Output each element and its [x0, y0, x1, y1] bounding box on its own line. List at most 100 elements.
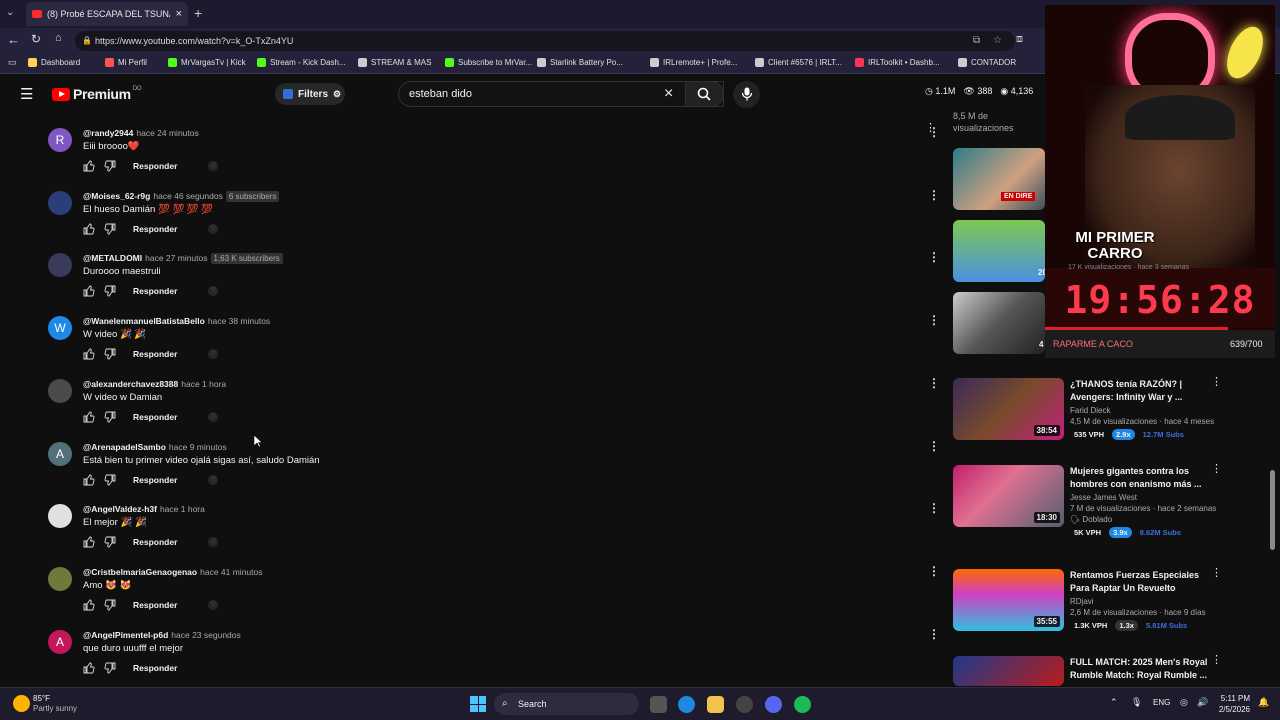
comment-menu-icon[interactable]: ⋮ [928, 251, 940, 263]
file-explorer-icon[interactable] [707, 696, 724, 713]
new-tab-icon[interactable]: + [194, 5, 202, 21]
volume-icon[interactable]: 🔊 [1197, 697, 1208, 708]
creator-heart-icon[interactable]: ♡ [208, 161, 219, 171]
discord-icon[interactable] [765, 696, 782, 713]
like-icon[interactable] [83, 536, 95, 548]
dislike-icon[interactable] [104, 411, 116, 423]
tray-mic-icon[interactable]: 🎙 [1131, 697, 1142, 708]
bookmark-item[interactable]: Dashboard [28, 58, 80, 67]
page-scrollbar[interactable] [1270, 470, 1275, 550]
back-icon[interactable]: ← [7, 32, 20, 47]
comment-author[interactable]: @AngelValdez-h3f [83, 504, 157, 514]
dislike-icon[interactable] [104, 474, 116, 486]
video-menu-icon[interactable]: ⋮ [1211, 464, 1222, 475]
home-icon[interactable]: ⌂ [55, 32, 62, 44]
comment-time[interactable]: hace 27 minutos [145, 253, 207, 263]
comment-author[interactable]: @ArenapadelSambo [83, 442, 166, 452]
edge-browser-icon[interactable] [678, 696, 695, 713]
video-thumbnail[interactable]: 20 [953, 220, 1045, 282]
reply-button[interactable]: Responder [133, 600, 177, 610]
comment-time[interactable]: hace 46 segundos [153, 191, 222, 201]
avatar[interactable]: R [48, 128, 72, 152]
reply-button[interactable]: Responder [133, 286, 177, 296]
avatar[interactable] [48, 504, 72, 528]
dislike-icon[interactable] [104, 223, 116, 235]
filters-button[interactable]: Filters ⚙ [275, 83, 345, 105]
creator-heart-icon[interactable]: ♡ [208, 537, 219, 547]
video-title[interactable]: ¿THANOS tenía RAZÓN? | Avengers: Infinit… [1070, 378, 1210, 404]
avatar[interactable]: A [48, 442, 72, 466]
like-icon[interactable] [83, 348, 95, 360]
video-thumbnail[interactable]: 38:54 [953, 378, 1064, 440]
creator-heart-icon[interactable]: ♡ [208, 286, 219, 296]
like-icon[interactable] [83, 223, 95, 235]
browser-tab[interactable]: (8) Probé ESCAPA DEL TSUNAMI P × [26, 2, 188, 26]
reply-button[interactable]: Responder [133, 224, 177, 234]
like-icon[interactable] [83, 160, 95, 172]
dislike-icon[interactable] [104, 536, 116, 548]
like-icon[interactable] [83, 662, 95, 674]
comment-time[interactable]: hace 23 segundos [171, 630, 240, 640]
comment-time[interactable]: hace 24 minutos [136, 128, 198, 138]
close-tab-icon[interactable]: × [176, 8, 182, 20]
dislike-icon[interactable] [104, 160, 116, 172]
comment-menu-icon[interactable]: ⋮ [928, 440, 940, 452]
video-title[interactable]: FULL MATCH: 2025 Men's Royal Rumble Matc… [1070, 656, 1210, 682]
reload-icon[interactable]: ↻ [31, 32, 41, 46]
notifications-icon[interactable]: 🔔 [1258, 697, 1269, 708]
video-thumbnail[interactable]: 18:30 [953, 465, 1064, 527]
sidebar-toggle-icon[interactable]: ▭ [8, 57, 17, 68]
comment-author[interactable]: @Moises_62-r9g [83, 191, 150, 201]
creator-heart-icon[interactable]: ♡ [208, 600, 219, 610]
dislike-icon[interactable] [104, 662, 116, 674]
obs-icon[interactable] [736, 696, 753, 713]
comment-time[interactable]: hace 9 minutos [169, 442, 227, 452]
url-field[interactable]: 🔒 https://www.youtube.com/watch?v=k_O-Tx… [75, 31, 1015, 51]
clock[interactable]: 5:11 PM 2/5/2026 [1212, 693, 1250, 715]
dislike-icon[interactable] [104, 599, 116, 611]
channel-name[interactable]: RDjavi [1070, 597, 1210, 606]
comment-time[interactable]: hace 38 minutos [208, 316, 270, 326]
video-title[interactable]: Mujeres gigantes contra los hombres con … [1070, 465, 1210, 491]
bookmark-item[interactable]: CONTADOR [958, 58, 1016, 67]
voice-search-button[interactable] [733, 81, 760, 108]
video-thumbnail[interactable] [953, 656, 1064, 686]
tray-expand-icon[interactable]: ⌃ [1110, 697, 1118, 708]
comment-menu-icon[interactable]: ⋮ [928, 502, 940, 514]
windows-start-icon[interactable] [470, 696, 486, 712]
weather-widget[interactable]: 85°F Partly sunny [33, 694, 77, 714]
like-icon[interactable] [83, 599, 95, 611]
task-view-icon[interactable] [650, 696, 667, 713]
comment-menu-icon[interactable]: ⋮ [928, 377, 940, 389]
video-thumbnail[interactable]: 35:55 [953, 569, 1064, 631]
bookmark-item[interactable]: Mi Perfil [105, 58, 147, 67]
avatar[interactable]: W [48, 316, 72, 340]
comment-author[interactable]: @alexanderchavez8388 [83, 379, 178, 389]
bookmark-item[interactable]: Stream - Kick Dash... [257, 58, 346, 67]
dislike-icon[interactable] [104, 348, 116, 360]
favorite-star-icon[interactable]: ☆ [993, 31, 1002, 51]
search-input[interactable]: esteban dido × [398, 81, 724, 107]
comment-author[interactable]: @CristbelmariaGenaogenao [83, 567, 197, 577]
video-thumbnail[interactable]: 4 [953, 292, 1045, 354]
reply-button[interactable]: Responder [133, 161, 177, 171]
bookmark-item[interactable]: Client #6576 | IRLT... [755, 58, 842, 67]
video-menu-icon[interactable]: ⋮ [1211, 568, 1222, 579]
bookmark-item[interactable]: STREAM & MAS [358, 58, 431, 67]
comment-author[interactable]: @METALDOMI [83, 253, 142, 263]
extensions-icon[interactable]: ⧈ [1016, 33, 1023, 46]
avatar[interactable] [48, 191, 72, 215]
comment-author[interactable]: @AngelPimentel-p6d [83, 630, 168, 640]
reply-button[interactable]: Responder [133, 537, 177, 547]
like-icon[interactable] [83, 285, 95, 297]
taskbar-search[interactable]: ⌕ Search [494, 693, 639, 715]
channel-name[interactable]: Jesse James West [1070, 493, 1210, 502]
bookmark-item[interactable]: Subscribe to MrVar... [445, 58, 532, 67]
comment-author[interactable]: @WanelenmanuelBatistaBello [83, 316, 205, 326]
reply-button[interactable]: Responder [133, 663, 177, 673]
comment-time[interactable]: hace 41 minutos [200, 567, 262, 577]
video-menu-icon[interactable]: ⋮ [1211, 377, 1222, 388]
network-icon[interactable]: ◎ [1180, 697, 1188, 708]
comment-time[interactable]: hace 1 hora [160, 504, 205, 514]
language-indicator[interactable]: ENG [1153, 698, 1170, 707]
